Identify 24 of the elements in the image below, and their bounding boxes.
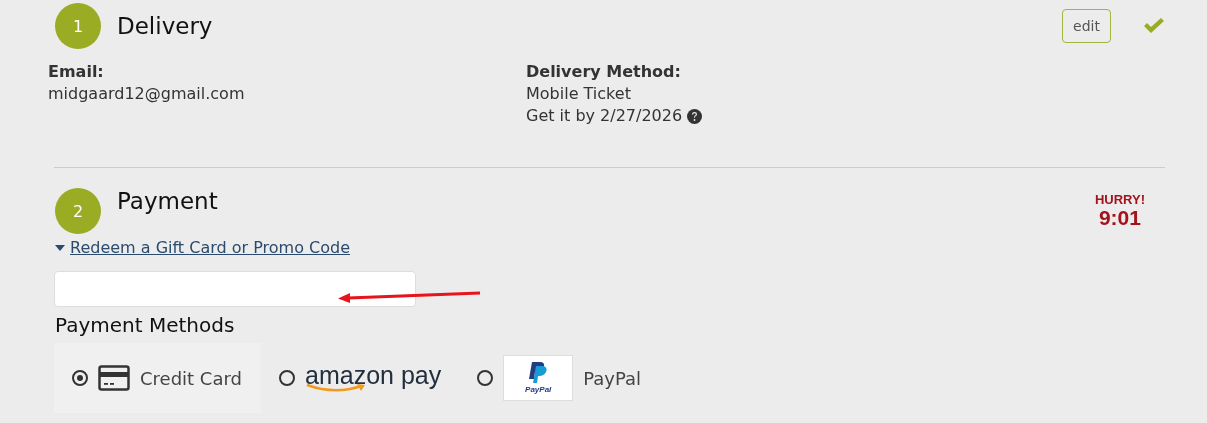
- payment-option-label[interactable]: PayPal: [583, 367, 641, 389]
- amazon-pay-logo[interactable]: amazon pay: [305, 363, 442, 393]
- countdown-timer: 9:01: [1098, 207, 1141, 229]
- section-title: Payment: [117, 188, 219, 214]
- step-number: 1: [55, 3, 101, 49]
- timer-label: HURRY!: [1094, 192, 1145, 207]
- radio-button[interactable]: [279, 370, 295, 386]
- section-title: Delivery: [117, 13, 214, 39]
- paypal-logo[interactable]: PayPal: [503, 355, 574, 401]
- step-number: 2: [55, 188, 101, 234]
- payment-option-label[interactable]: Credit Card: [140, 367, 242, 389]
- field-label: Email:: [48, 61, 105, 83]
- section-heading: Payment Methods: [55, 313, 235, 337]
- edit-button[interactable]: edit: [1062, 9, 1111, 43]
- delivery-method-value: Mobile Ticket: [526, 83, 632, 105]
- delivery-date: Get it by 2/27/2026: [526, 105, 683, 127]
- credit-card-icon: [98, 365, 130, 391]
- promo-code-field[interactable]: [54, 271, 416, 307]
- promo-code-link[interactable]: Redeem a Gift Card or Promo Code: [70, 238, 350, 257]
- help-icon[interactable]: [687, 108, 703, 124]
- radio-button[interactable]: [72, 370, 88, 386]
- radio-button[interactable]: [477, 370, 494, 386]
- email-value: midgaard12@gmail.com: [48, 83, 246, 105]
- field-label: Delivery Method:: [526, 61, 682, 83]
